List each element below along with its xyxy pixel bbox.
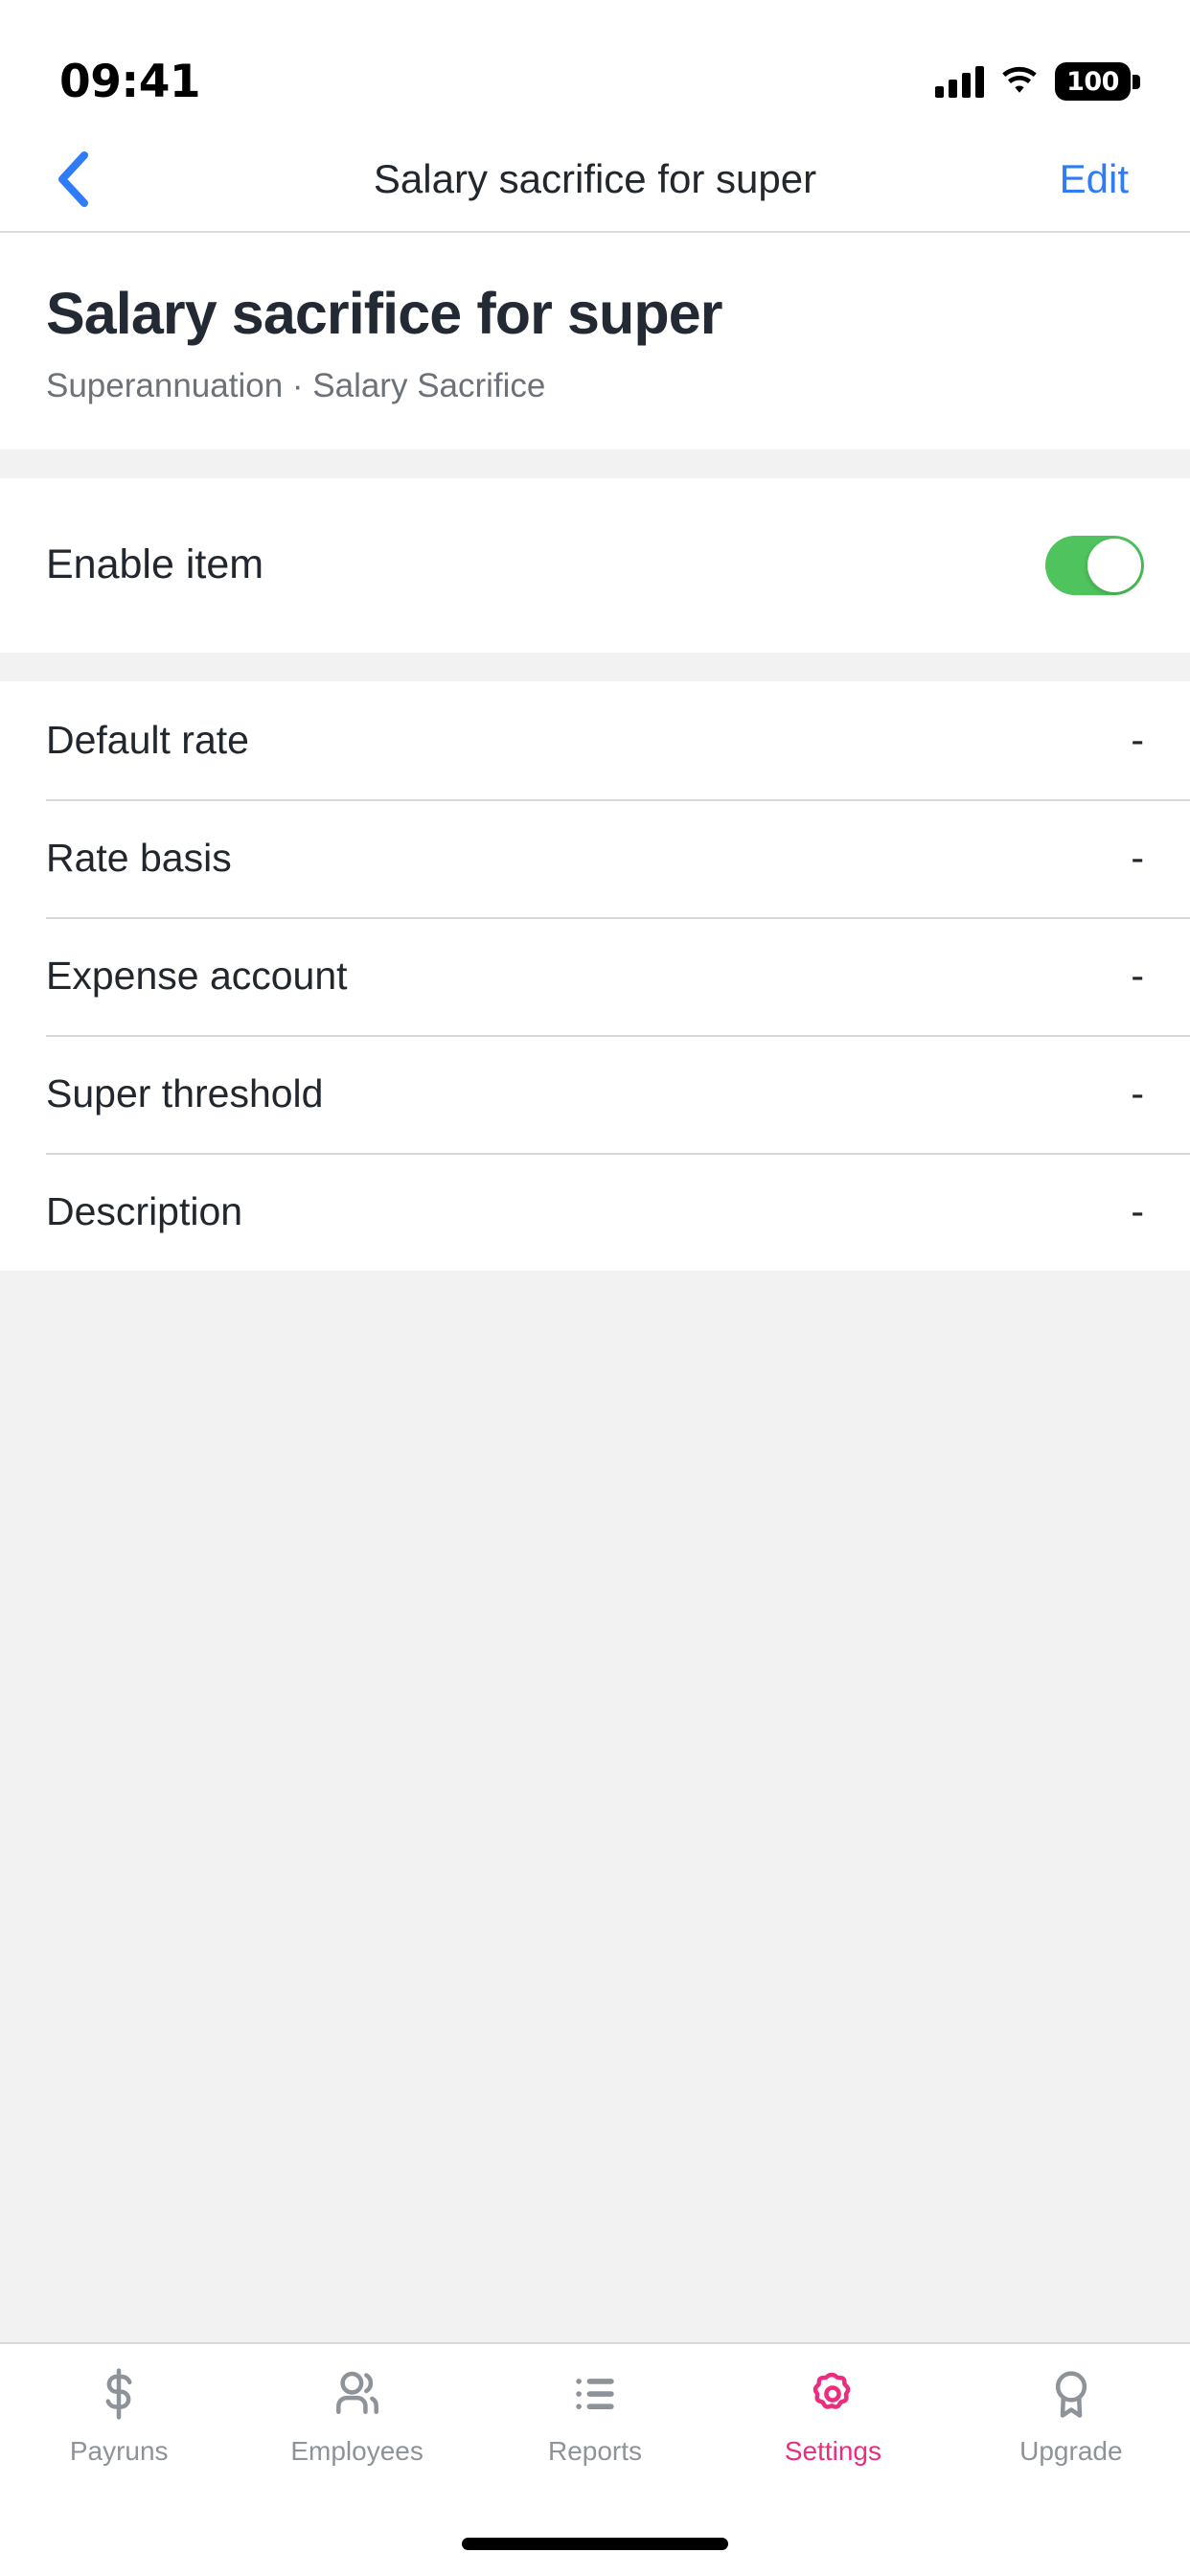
edit-button[interactable]: Edit — [1060, 126, 1129, 231]
row-label: Default rate — [46, 717, 249, 762]
row-value: - — [1131, 1188, 1144, 1233]
page-title: Salary sacrifice for super — [46, 281, 722, 346]
back-button[interactable] — [29, 126, 115, 231]
tab-label: Upgrade — [1019, 2436, 1123, 2466]
list-icon — [576, 2379, 614, 2409]
tab-reports[interactable]: Reports — [476, 2365, 714, 2467]
row-value: - — [1131, 835, 1144, 880]
bottom-tab-bar: Payruns Employees Reports Settings Upgra… — [0, 2342, 1190, 2511]
row-value: - — [1131, 953, 1144, 998]
section-gap-2 — [0, 652, 1190, 681]
app-screen: 09:41 100 Salary sacrifice for super Edi… — [0, 0, 1190, 2576]
enable-item-toggle[interactable] — [1045, 535, 1144, 595]
award-ribbon-icon — [1055, 2371, 1087, 2418]
tab-settings[interactable]: Settings — [714, 2365, 951, 2467]
enable-item-row[interactable]: Enable item — [0, 477, 1190, 653]
table-row[interactable]: Rate basis - — [0, 798, 1190, 917]
battery-icon: 100 — [1055, 62, 1140, 101]
details-list: Default rate - Rate basis - Expense acco… — [0, 680, 1190, 1271]
toggle-knob — [1087, 538, 1141, 592]
tab-label: Payruns — [69, 2436, 169, 2466]
tab-upgrade[interactable]: Upgrade — [952, 2365, 1190, 2467]
navigation-bar: Salary sacrifice for super Edit — [0, 126, 1190, 233]
chevron-left-icon — [58, 150, 88, 207]
home-indicator-area — [0, 2511, 1190, 2576]
gear-icon — [813, 2372, 851, 2409]
row-label: Rate basis — [46, 835, 232, 880]
tab-employees[interactable]: Employees — [238, 2365, 475, 2467]
row-label: Expense account — [46, 953, 348, 998]
status-bar-time: 09:41 — [59, 55, 201, 108]
table-row[interactable]: Expense account - — [0, 916, 1190, 1035]
status-bar: 09:41 100 — [0, 0, 1190, 126]
empty-space — [0, 1270, 1190, 2342]
enable-item-label: Enable item — [46, 541, 264, 588]
tab-label: Settings — [784, 2436, 881, 2466]
tab-label: Employees — [290, 2436, 423, 2466]
nav-title: Salary sacrifice for super — [373, 155, 817, 201]
row-value: - — [1131, 717, 1144, 762]
row-label: Description — [46, 1188, 243, 1233]
cellular-signal-icon — [935, 65, 984, 98]
table-row[interactable]: Description - — [0, 1152, 1190, 1271]
tab-payruns[interactable]: Payruns — [0, 2365, 238, 2467]
section-gap — [0, 448, 1190, 478]
battery-cap — [1133, 75, 1140, 89]
battery-percent-label: 100 — [1066, 66, 1119, 97]
table-row[interactable]: Super threshold - — [0, 1034, 1190, 1153]
row-value: - — [1131, 1070, 1144, 1116]
main-content: Salary sacrifice for super Superannuatio… — [0, 233, 1190, 2342]
home-indicator[interactable] — [462, 2537, 728, 2550]
row-label: Super threshold — [46, 1070, 324, 1116]
page-header: Salary sacrifice for super Superannuatio… — [0, 233, 1190, 449]
wifi-icon — [1002, 66, 1037, 93]
dollar-sign-icon — [105, 2368, 132, 2420]
page-subtitle: Superannuation · Salary Sacrifice — [46, 366, 546, 404]
table-row[interactable]: Default rate - — [0, 681, 1190, 799]
people-icon — [335, 2371, 378, 2414]
tab-label: Reports — [547, 2436, 643, 2466]
status-bar-indicators: 100 — [935, 62, 1140, 101]
